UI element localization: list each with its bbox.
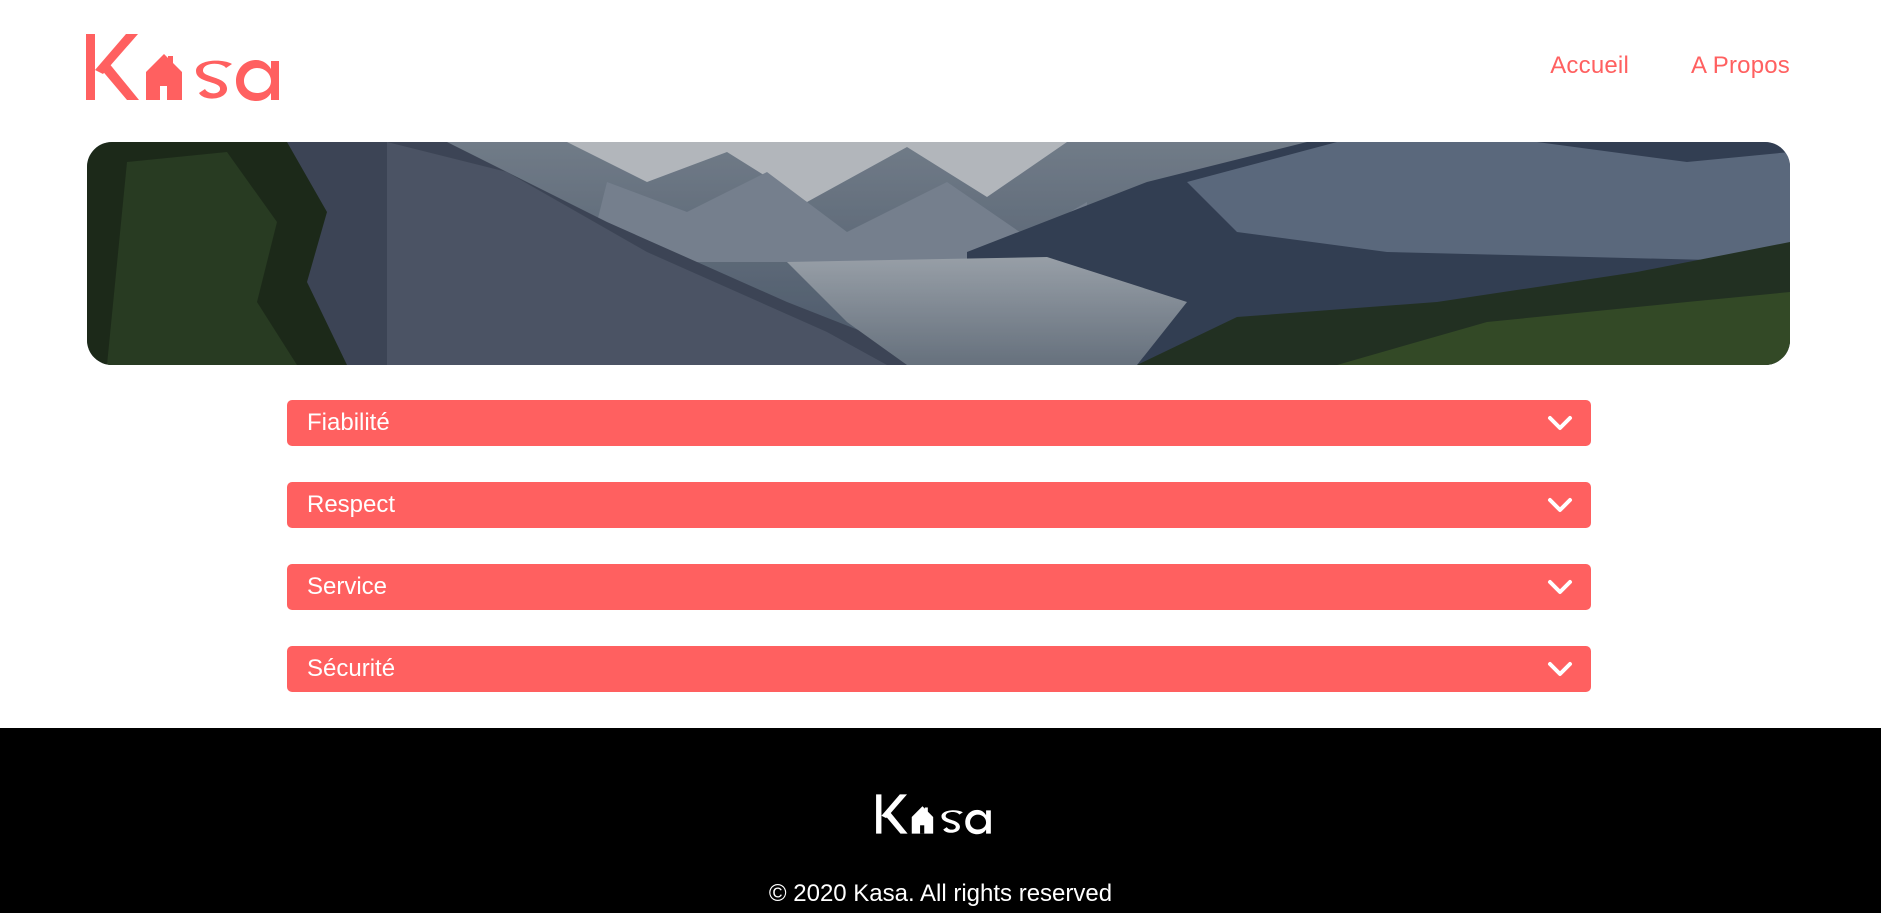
hero-banner: [87, 142, 1790, 365]
site-footer: © 2020 Kasa. All rights reserved: [0, 728, 1881, 913]
chevron-down-icon[interactable]: [1547, 661, 1573, 677]
mountain-banner-image: [87, 142, 1790, 365]
accordion-title: Service: [307, 573, 388, 600]
values-accordion: Fiabilité Respect Service Sécurité: [287, 400, 1591, 728]
kasa-logo: [86, 34, 279, 101]
accordion-title: Sécurité: [307, 655, 396, 682]
accordion-title: Fiabilité: [307, 409, 390, 436]
site-header: Accueil A Propos: [0, 0, 1881, 140]
chevron-down-icon[interactable]: [1547, 415, 1573, 431]
nav-link-accueil[interactable]: Accueil: [1550, 52, 1629, 80]
accordion-respect[interactable]: Respect: [287, 482, 1591, 528]
main-nav: Accueil A Propos: [1550, 52, 1790, 80]
accordion-title: Respect: [307, 491, 396, 518]
copyright-text: © 2020 Kasa. All rights reserved: [768, 880, 1113, 907]
accordion-fiabilite[interactable]: Fiabilité: [287, 400, 1591, 446]
nav-link-a-propos[interactable]: A Propos: [1691, 52, 1790, 80]
accordion-securite[interactable]: Sécurité: [287, 646, 1591, 692]
chevron-down-icon[interactable]: [1547, 579, 1573, 595]
chevron-down-icon[interactable]: [1547, 497, 1573, 513]
kasa-footer-logo: [876, 794, 991, 835]
accordion-service[interactable]: Service: [287, 564, 1591, 610]
